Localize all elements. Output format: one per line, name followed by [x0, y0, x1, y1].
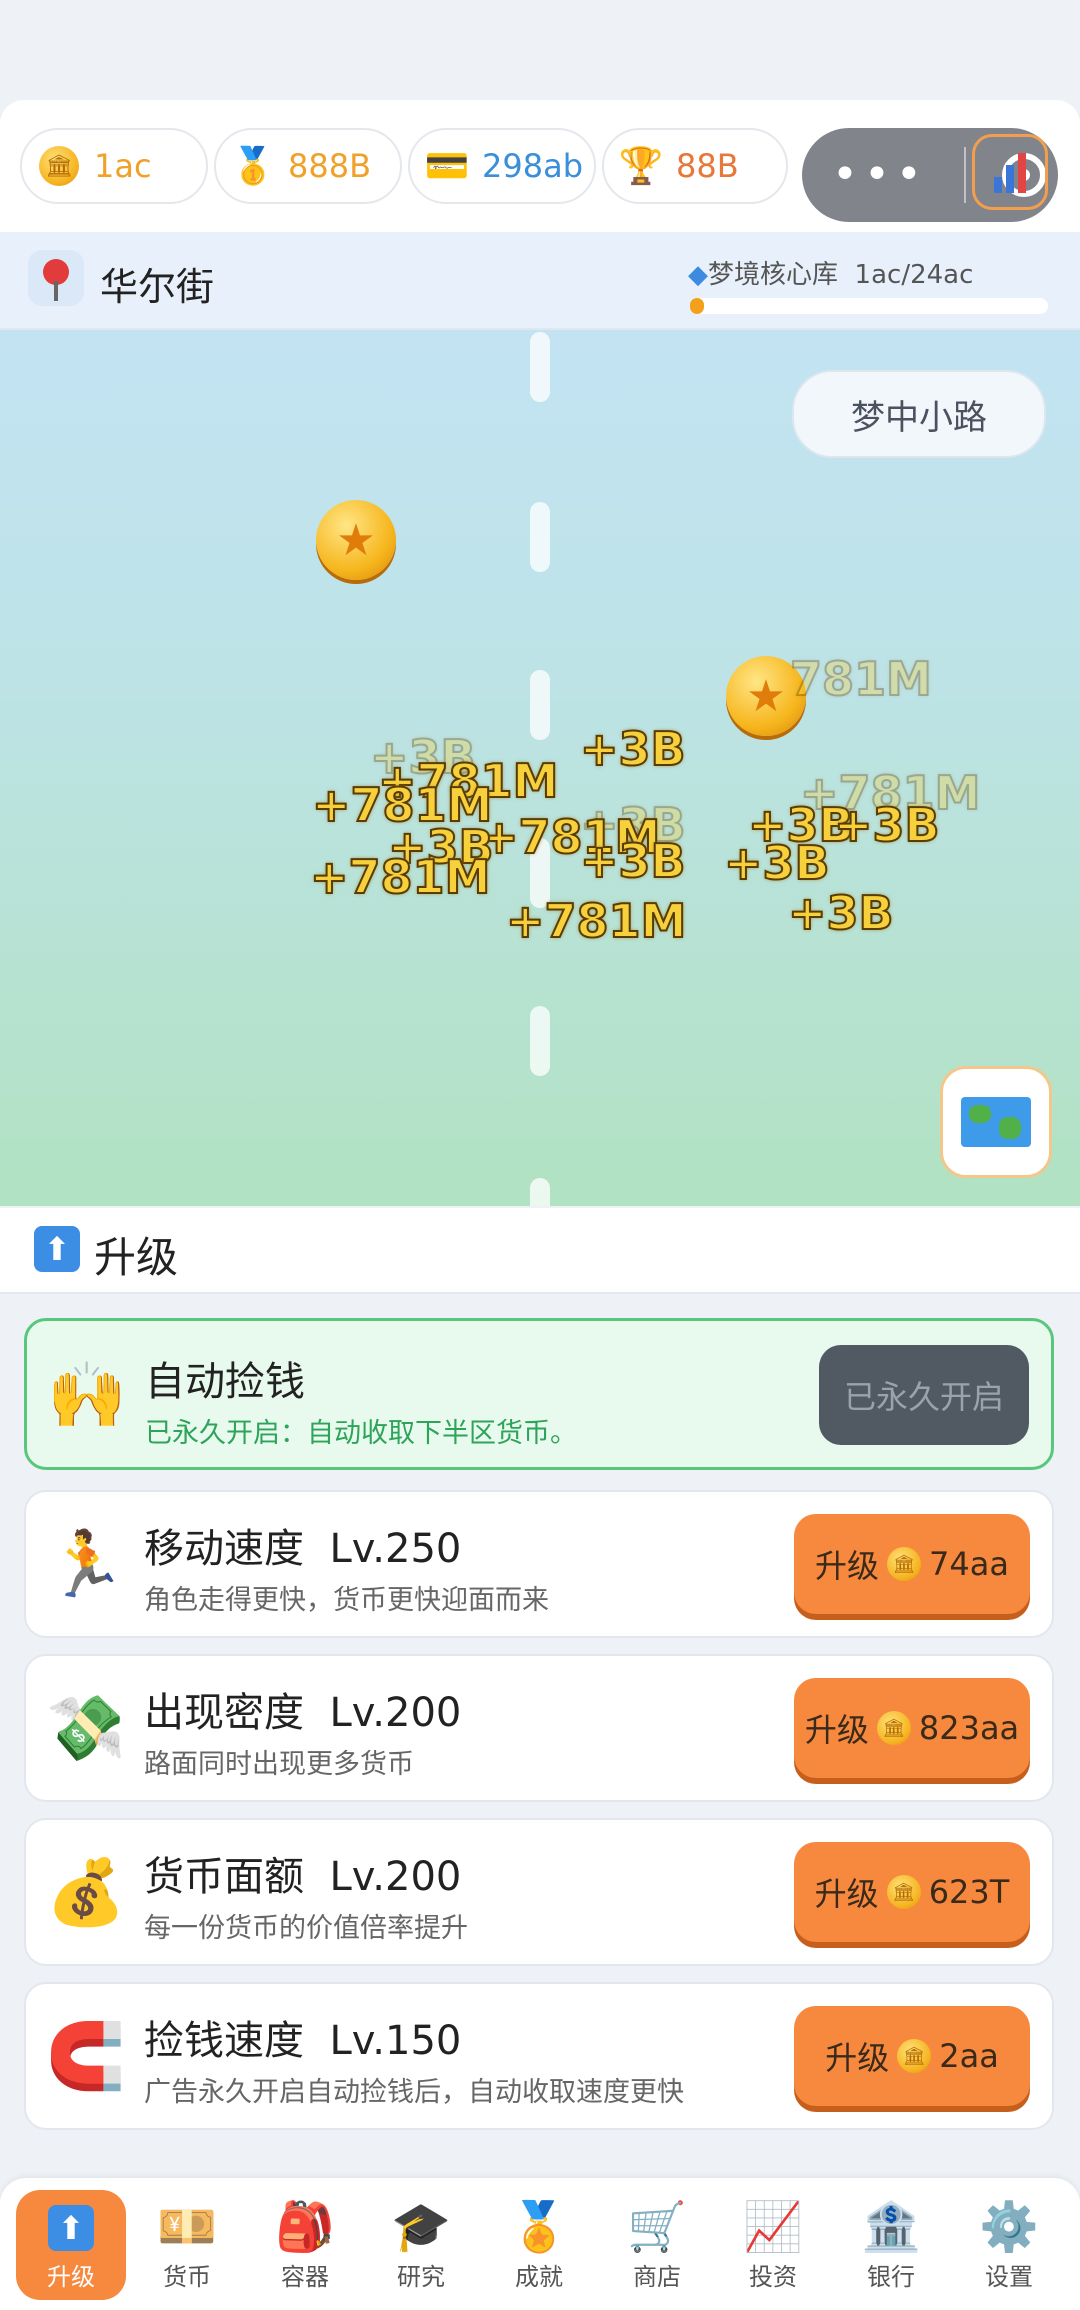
- up-arrow-icon: ⬆: [34, 1226, 80, 1272]
- auto-pick-card: 🙌 自动捡钱 已永久开启：自动收取下半区货币。 已永久开启: [24, 1318, 1054, 1470]
- nav-item-achievement[interactable]: 🏅 成就: [484, 2190, 594, 2300]
- runner-icon: 🏃: [46, 1527, 126, 1602]
- card-desc: 角色走得更快，货币更快迎面而来: [144, 1585, 549, 1616]
- game-area[interactable]: 梦中小路 ★ ★ 781M +3B +3B +781M +781M +3B +7…: [0, 330, 1080, 1206]
- graduation-cap-icon: 🎓: [391, 2198, 451, 2255]
- upgrade-card-density: 💸 出现密度 Lv.200 路面同时出现更多货币 升级 🏛 823aa: [24, 1654, 1054, 1802]
- coin-icon: 🏛: [897, 2039, 932, 2073]
- nav-item-research[interactable]: 🎓 研究: [366, 2190, 476, 2300]
- miniprogram-capsule[interactable]: •••: [802, 128, 1058, 222]
- trophy-icon: 🏆: [618, 146, 664, 187]
- coin-icon: 🏛: [887, 1547, 922, 1581]
- nav-item-currency[interactable]: 💴 货币: [132, 2190, 242, 2300]
- floating-reward: +781M: [505, 893, 687, 949]
- card-title: 出现密度 Lv.200: [144, 1690, 462, 1736]
- currency-value: 88B: [676, 147, 739, 185]
- more-icon[interactable]: •••: [832, 153, 928, 197]
- currency-pill-card[interactable]: 💳 298ab: [408, 128, 596, 204]
- floating-reward: +3B: [833, 797, 941, 853]
- floating-reward: +3B: [579, 721, 687, 777]
- nav-item-invest[interactable]: 📈 投资: [718, 2190, 828, 2300]
- medal-icon: 🥇: [230, 146, 276, 187]
- card-desc: 已永久开启：自动收取下半区货币。: [145, 1418, 577, 1449]
- nav-item-shop[interactable]: 🛒 商店: [602, 2190, 712, 2300]
- stats-chart-icon[interactable]: [972, 134, 1048, 210]
- dream-path-button[interactable]: 梦中小路: [792, 370, 1046, 458]
- chart-icon: 📈: [743, 2198, 803, 2255]
- upgrade-icon: ⬆: [48, 2204, 94, 2251]
- magnet-icon: 🧲: [46, 2019, 126, 2094]
- currency-value: 888B: [288, 147, 372, 185]
- currency-value: 1ac: [94, 147, 152, 185]
- nav-item-container[interactable]: 🎒 容器: [250, 2190, 360, 2300]
- coin-icon: 🏛: [876, 1711, 911, 1745]
- card-desc: 每一份货币的价值倍率提升: [144, 1913, 468, 1944]
- nav-item-settings[interactable]: ⚙️ 设置: [954, 2190, 1064, 2300]
- upgrade-button[interactable]: 升级 🏛 823aa: [794, 1678, 1030, 1778]
- section-title: 升级: [94, 1233, 179, 1282]
- currency-icon: 💴: [157, 2198, 217, 2255]
- bottom-nav: ⬆ 升级 💴 货币 🎒 容器 🎓 研究 🏅 成就 🛒 商店 📈 投资 🏦 银行 …: [0, 2178, 1080, 2310]
- nav-item-bank[interactable]: 🏦 银行: [836, 2190, 946, 2300]
- medal-icon: 🏅: [509, 2198, 569, 2255]
- card-desc: 路面同时出现更多货币: [144, 1749, 414, 1780]
- cart-icon: 🛒: [627, 2198, 687, 2255]
- floating-reward: +3B: [787, 885, 895, 941]
- card-icon: 💳: [424, 146, 470, 187]
- currency-pill-bank[interactable]: 🏛 1ac: [20, 128, 208, 204]
- currency-pill-trophy[interactable]: 🏆 88B: [602, 128, 788, 204]
- currency-bar: 🏛 1ac 🥇 888B 💳 298ab 🏆 88B •••: [0, 100, 1080, 232]
- raised-hands-icon: 🙌: [47, 1358, 127, 1433]
- upgrade-card-pick-speed: 🧲 捡钱速度 Lv.150 广告永久开启自动捡钱后，自动收取速度更快 升级 🏛 2a…: [24, 1982, 1054, 2130]
- coin-pickup[interactable]: ★: [316, 500, 396, 580]
- floating-reward: +3B: [723, 835, 831, 891]
- floating-reward: +781M: [309, 849, 491, 905]
- card-title: 捡钱速度 Lv.150: [144, 2018, 462, 2064]
- backpack-icon: 🎒: [275, 2198, 335, 2255]
- money-bag-icon: 💰: [46, 1855, 126, 1930]
- location-pin-icon: [28, 250, 84, 306]
- money-wings-icon: 💸: [46, 1691, 126, 1766]
- card-title: 货币面额 Lv.200: [144, 1854, 462, 1900]
- nav-item-upgrade[interactable]: ⬆ 升级: [16, 2190, 126, 2300]
- upgrade-button[interactable]: 升级 🏛 623T: [794, 1842, 1030, 1942]
- location-name: 华尔街: [100, 265, 215, 309]
- bank-icon: 🏦: [861, 2198, 921, 2255]
- card-title: 自动捡钱: [145, 1359, 305, 1405]
- floating-reward: +3B: [579, 833, 687, 889]
- diamond-icon: ◆: [688, 260, 708, 290]
- upgrade-button[interactable]: 升级 🏛 74aa: [794, 1514, 1030, 1614]
- upgrade-button[interactable]: 升级 🏛 2aa: [794, 2006, 1030, 2106]
- coin-icon: 🏛: [886, 1875, 921, 1909]
- currency-pill-medal[interactable]: 🥇 888B: [214, 128, 402, 204]
- map-button[interactable]: [940, 1066, 1052, 1178]
- core-library-progress: [690, 298, 1048, 314]
- currency-value: 298ab: [482, 147, 583, 185]
- gear-icon: ⚙️: [979, 2198, 1039, 2255]
- status-area: [0, 0, 1080, 100]
- upgrade-card-move-speed: 🏃 移动速度 Lv.250 角色走得更快，货币更快迎面而来 升级 🏛 74aa: [24, 1490, 1054, 1638]
- permanent-on-button[interactable]: 已永久开启: [819, 1345, 1029, 1445]
- location-bar: 华尔街 ◆梦境核心库 1ac/24ac: [0, 232, 1080, 330]
- floating-reward: 781M: [789, 651, 933, 707]
- upgrade-section-header: ⬆ 升级: [0, 1208, 1080, 1294]
- world-map-icon: [961, 1097, 1031, 1147]
- card-title: 移动速度 Lv.250: [144, 1526, 462, 1572]
- core-library-label: ◆梦境核心库 1ac/24ac: [688, 260, 974, 290]
- upgrade-card-denomination: 💰 货币面额 Lv.200 每一份货币的价值倍率提升 升级 🏛 623T: [24, 1818, 1054, 1966]
- card-desc: 广告永久开启自动捡钱后，自动收取速度更快: [144, 2077, 684, 2108]
- bank-coin-icon: 🏛: [36, 143, 82, 189]
